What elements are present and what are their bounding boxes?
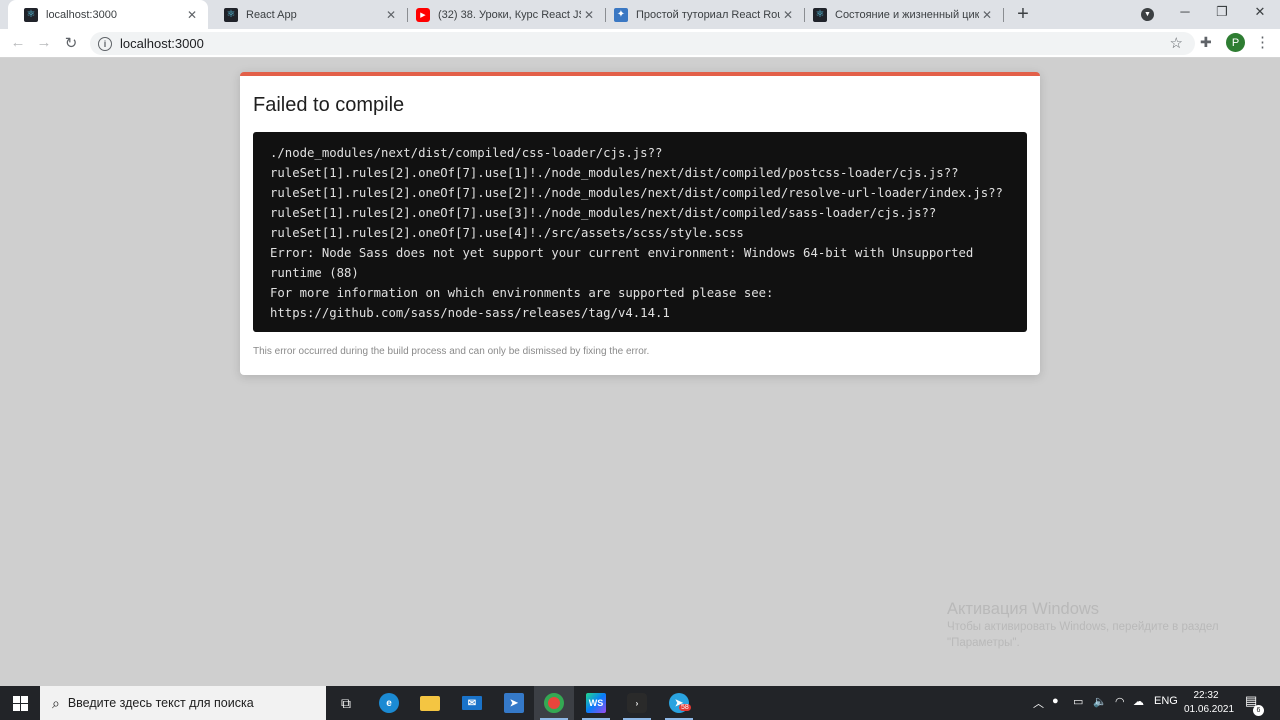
start-button[interactable] [0, 686, 40, 720]
tab-search-icon[interactable]: ▼ [1141, 8, 1154, 21]
back-arrow-icon[interactable]: ← [9, 34, 27, 51]
browser-tab-strip: ⚛ localhost:3000 ✕ ⚛ React App ✕ ▶ (32) … [0, 0, 1280, 29]
edge-icon: e [379, 693, 399, 713]
mail-app[interactable]: ✉ [452, 686, 492, 720]
tab-react-app[interactable]: ⚛ React App ✕ [208, 0, 407, 29]
tab-title: Состояние и жизненный цикл – [835, 8, 979, 21]
vscode-app[interactable]: ➤ [494, 686, 534, 720]
maximize-icon[interactable]: ❐ [1212, 4, 1232, 20]
address-bar[interactable]: i localhost:3000 ☆ [90, 32, 1195, 55]
forward-arrow-icon[interactable]: → [35, 34, 53, 51]
tab-divider [1003, 8, 1004, 22]
error-line: ruleSet[1].rules[2].oneOf[7].use[4]!./sr… [270, 226, 744, 240]
extensions-puzzle-icon[interactable]: ✚ [1200, 34, 1212, 51]
search-icon: ⌕ [52, 694, 60, 711]
speaker-icon[interactable]: 🔈 [1093, 695, 1107, 708]
avatar[interactable]: P [1226, 33, 1245, 52]
error-line: runtime (88) [270, 266, 359, 280]
activation-text: "Параметры". [947, 637, 1020, 649]
browser-toolbar: ← → ↻ i localhost:3000 ☆ ✚ P ⋮ [0, 29, 1280, 58]
cloud-icon[interactable]: ☁ [1133, 695, 1144, 708]
error-line: ruleSet[1].rules[2].oneOf[7].use[1]!./no… [270, 166, 959, 180]
wifi-icon[interactable]: ◠ [1115, 695, 1125, 708]
task-view-button[interactable]: ⧉ [326, 686, 366, 720]
tab-youtube[interactable]: ▶ (32) 38. Уроки, Курс React JS - d ✕ [400, 0, 605, 29]
explorer-app[interactable] [410, 686, 450, 720]
new-tab-button[interactable]: + [1012, 3, 1034, 26]
close-icon[interactable]: ✕ [979, 8, 995, 22]
system-clock[interactable]: 22:32 01.06.2021 [1184, 689, 1235, 717]
tab-react-router[interactable]: ✦ Простой туториал React Router ✕ [598, 0, 804, 29]
close-icon[interactable]: ✕ [581, 8, 597, 22]
error-line: ./node_modules/next/dist/compiled/css-lo… [270, 146, 663, 160]
more-menu-icon[interactable]: ⋮ [1255, 33, 1270, 51]
clock-time: 22:32 [1193, 690, 1219, 701]
page-title: Failed to compile [253, 94, 405, 116]
error-footer-note: This error occurred during the build pro… [253, 346, 650, 357]
tab-localhost[interactable]: ⚛ localhost:3000 ✕ [8, 0, 208, 29]
react-icon: ⚛ [224, 7, 238, 22]
compile-error-overlay: Failed to compile ./node_modules/next/di… [240, 72, 1040, 375]
url-text[interactable]: localhost:3000 [120, 36, 204, 51]
window-close-icon[interactable]: ✕ [1250, 4, 1270, 20]
edge-app[interactable]: e [369, 686, 409, 720]
error-line: Error: Node Sass does not yet support yo… [270, 246, 974, 260]
activation-title: Активация Windows [947, 600, 1100, 618]
task-view-icon: ⧉ [341, 694, 351, 711]
tab-title: React App [246, 8, 297, 21]
tab-title: (32) 38. Уроки, Курс React JS - d [438, 8, 581, 21]
error-line: For more information on which environmen… [270, 286, 774, 300]
youtube-icon: ▶ [416, 7, 430, 22]
error-link[interactable]: https://github.com/sass/node-sass/releas… [270, 303, 1010, 323]
unread-badge: 58 [679, 704, 691, 711]
tab-title: localhost:3000 [46, 8, 117, 21]
notification-count-badge: 6 [1253, 705, 1264, 716]
activation-text: Чтобы активировать Windows, перейдите в … [947, 621, 1219, 633]
dev-tool-icon: ➤ [504, 693, 524, 713]
router-icon: ✦ [614, 7, 628, 22]
tab-title: Простой туториал React Router [636, 8, 780, 21]
chrome-app[interactable] [534, 686, 574, 720]
bookmark-star-icon[interactable]: ☆ [1170, 34, 1183, 52]
language-indicator[interactable]: ENG [1154, 695, 1178, 707]
terminal-app[interactable]: › [617, 686, 657, 720]
clock-date: 01.06.2021 [1184, 704, 1235, 715]
mail-icon: ✉ [462, 696, 482, 710]
chrome-icon [544, 693, 564, 713]
taskbar-search[interactable]: ⌕ Введите здесь текст для поиска [40, 686, 326, 720]
battery-icon[interactable]: ▭ [1073, 695, 1083, 708]
react-icon: ⚛ [24, 7, 38, 22]
telegram-app[interactable]: ➤ 58 [659, 686, 699, 720]
close-icon[interactable]: ✕ [383, 8, 399, 22]
webstorm-app[interactable]: WS [576, 686, 616, 720]
info-icon[interactable]: i [98, 36, 112, 51]
reload-icon[interactable]: ↻ [62, 34, 80, 52]
search-input[interactable]: Введите здесь текст для поиска [68, 696, 254, 710]
tab-lifecycle[interactable]: ⚛ Состояние и жизненный цикл – ✕ [797, 0, 1003, 29]
close-icon[interactable]: ✕ [184, 8, 200, 22]
windows-activation-watermark: Активация Windows Чтобы активировать Win… [947, 600, 1219, 651]
chevron-up-icon[interactable]: ︿ [1033, 695, 1044, 711]
antivirus-icon[interactable]: ● [1052, 695, 1059, 707]
folder-icon [420, 695, 440, 711]
error-line: ruleSet[1].rules[2].oneOf[7].use[2]!./no… [270, 186, 1003, 200]
error-message-box: ./node_modules/next/dist/compiled/css-lo… [253, 132, 1027, 332]
terminal-icon: › [627, 693, 647, 713]
webstorm-icon: WS [586, 693, 606, 713]
close-icon[interactable]: ✕ [780, 8, 796, 22]
windows-taskbar: ⌕ Введите здесь текст для поиска ⧉ e ✉ ➤… [0, 686, 1280, 720]
windows-logo-icon [12, 695, 28, 711]
react-icon: ⚛ [813, 7, 827, 22]
error-line: ruleSet[1].rules[2].oneOf[7].use[3]!./no… [270, 206, 937, 220]
minimize-icon[interactable]: ─ [1175, 4, 1195, 19]
